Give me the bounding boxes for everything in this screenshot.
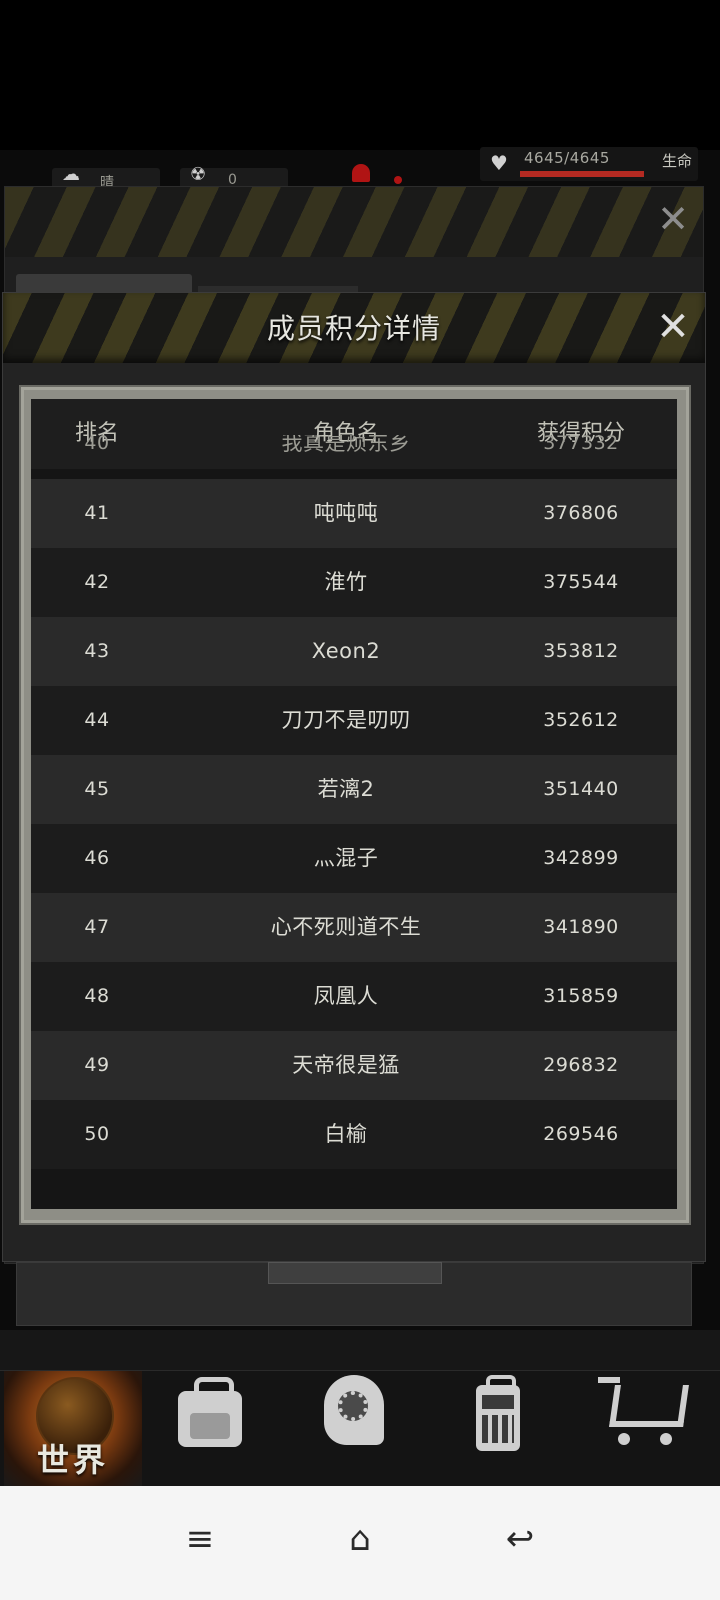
nav-world-label: 世界: [36, 1441, 109, 1479]
name-cell: 若漓2: [317, 777, 375, 801]
menu-icon[interactable]: ≡: [170, 1514, 230, 1564]
table-row[interactable]: 42 淮竹 375544: [31, 548, 677, 617]
table-row[interactable]: 50 白榆 269546: [31, 1100, 677, 1169]
rank-cell: 42: [84, 571, 110, 593]
table-row[interactable]: 48 凤凰人 315859: [31, 962, 677, 1031]
name-cell: 凤凰人: [313, 984, 379, 1008]
score-cell: 376806: [543, 502, 619, 524]
background-close-icon[interactable]: ✕: [653, 199, 693, 239]
dialog-header: 成员积分详情 ✕: [3, 293, 705, 363]
rank-cell: 49: [84, 1054, 110, 1076]
member-score-dialog: 成员积分详情 ✕ 排名 角色名 获得积分 40 我真是烦东乡 377332 41…: [2, 292, 706, 1262]
name-cell: 淮竹: [324, 570, 368, 594]
table-row[interactable]: 46 灬混子 342899: [31, 824, 677, 893]
hp-bar: [520, 171, 644, 177]
background-button: [268, 1262, 442, 1284]
hp-value: 4645/4645: [524, 149, 610, 167]
score-cell: 315859: [543, 985, 619, 1007]
score-cell: 341890: [543, 916, 619, 938]
nav-shop-button[interactable]: [574, 1371, 712, 1487]
hp-bar-fill: [520, 171, 644, 177]
cloud-sun-icon: ☁: [62, 164, 80, 185]
rank-cell: 43: [84, 640, 110, 662]
radio-icon: [470, 1375, 526, 1455]
back-icon[interactable]: ↩: [490, 1514, 550, 1564]
name-cell: 天帝很是猛: [292, 1053, 400, 1077]
score-table[interactable]: 排名 角色名 获得积分 40 我真是烦东乡 377332 41 吨吨吨 3768…: [31, 399, 677, 1209]
background-strip: [0, 1330, 720, 1370]
backpack-icon: [172, 1377, 248, 1449]
score-cell: 375544: [543, 571, 619, 593]
name-cell: Xeon2: [311, 639, 381, 663]
heart-icon: ♥: [490, 151, 508, 175]
score-cell: 377332: [543, 435, 619, 454]
top-dark-area: [0, 0, 720, 150]
nav-world-button[interactable]: 世界: [4, 1371, 142, 1487]
hp-display: ♥ 4645/4645 生命: [480, 147, 698, 181]
table-row[interactable]: 47 心不死则道不生 341890: [31, 893, 677, 962]
table-row[interactable]: 45 若漓2 351440: [31, 755, 677, 824]
name-cell: 吨吨吨: [313, 501, 379, 525]
name-cell: 我真是烦东乡: [281, 435, 411, 455]
nav-backpack-button[interactable]: [142, 1371, 280, 1487]
name-cell: 刀刀不是叨叨: [281, 708, 411, 732]
alert-dot: [394, 176, 402, 184]
rank-cell: 50: [84, 1123, 110, 1145]
nav-radio-button[interactable]: [430, 1371, 568, 1487]
score-cell: 352612: [543, 709, 619, 731]
table-row[interactable]: 41 吨吨吨 376806: [31, 479, 677, 548]
name-cell: 白榆: [324, 1122, 368, 1146]
score-cell: 353812: [543, 640, 619, 662]
bottom-nav: 世界: [0, 1370, 720, 1487]
rank-cell: 44: [84, 709, 110, 731]
name-cell: 心不死则道不生: [270, 915, 422, 939]
system-navigation-bar: ≡ ⌂ ↩: [0, 1486, 720, 1600]
score-cell: 351440: [543, 778, 619, 800]
table-row[interactable]: 43 Xeon2 353812: [31, 617, 677, 686]
table-row[interactable]: 44 刀刀不是叨叨 352612: [31, 686, 677, 755]
home-icon[interactable]: ⌂: [330, 1514, 390, 1564]
rank-cell: 40: [84, 435, 110, 454]
status-hud: ☁ 晴 ☢ 0 ♥ 4645/4645 生命: [0, 140, 720, 191]
rank-cell: 46: [84, 847, 110, 869]
rank-cell: 45: [84, 778, 110, 800]
close-icon[interactable]: ✕: [653, 307, 693, 347]
alert-figure-icon: [352, 164, 370, 182]
dialog-title: 成员积分详情: [266, 312, 441, 345]
radiation-icon: ☢: [190, 164, 207, 185]
name-cell: 灬混子: [313, 846, 379, 870]
score-cell: 296832: [543, 1054, 619, 1076]
hp-label: 生命: [662, 152, 693, 170]
table-row-partial: 40 我真是烦东乡 377332: [31, 435, 677, 479]
shop-cart-icon: [598, 1371, 689, 1451]
score-cell: 342899: [543, 847, 619, 869]
background-panel-header: [5, 187, 703, 257]
rank-cell: 48: [84, 985, 110, 1007]
score-cell: 269546: [543, 1123, 619, 1145]
skills-head-icon: [320, 1375, 390, 1455]
table-row[interactable]: 49 天帝很是猛 296832: [31, 1031, 677, 1100]
rank-cell: 41: [84, 502, 110, 524]
rank-cell: 47: [84, 916, 110, 938]
table-frame: 排名 角色名 获得积分 40 我真是烦东乡 377332 41 吨吨吨 3768…: [19, 385, 691, 1225]
nav-skills-button[interactable]: [286, 1371, 424, 1487]
